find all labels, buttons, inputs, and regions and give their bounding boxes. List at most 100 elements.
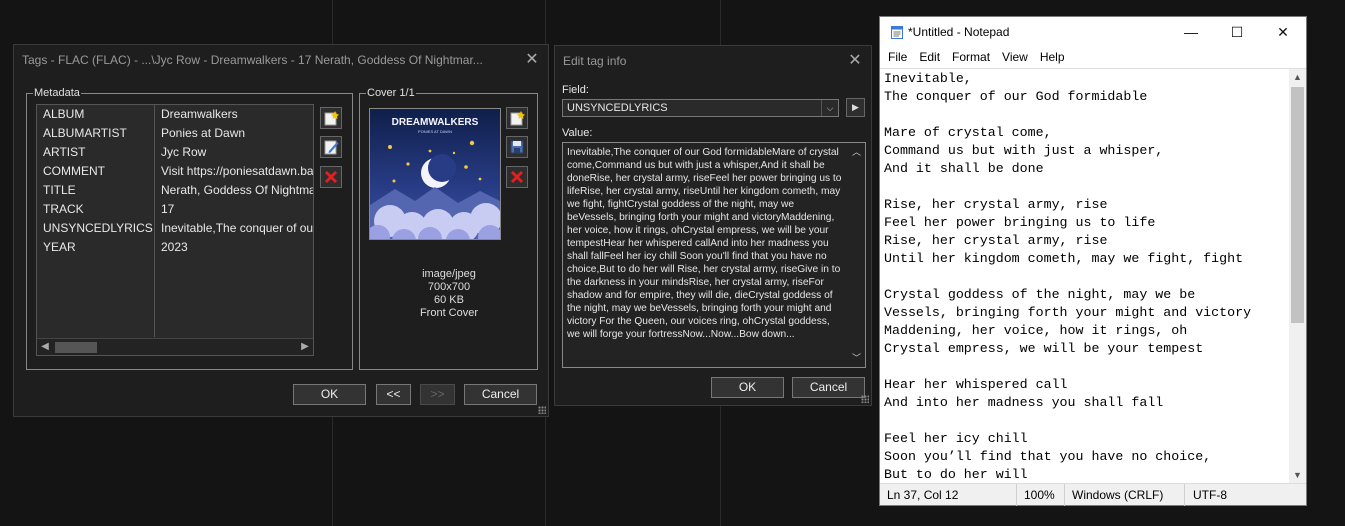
add-cover-button[interactable] <box>506 107 528 129</box>
cover-art-subtitle: PONIES AT DAWN <box>418 129 452 134</box>
tag-key: ALBUMARTIST <box>37 124 155 143</box>
notepad-statusbar: Ln 37, Col 12 100% Windows (CRLF) UTF-8 <box>880 483 1306 506</box>
status-divider <box>1016 484 1017 506</box>
resize-grip[interactable] <box>538 406 546 414</box>
cover-group: Cover 1/1 DREAMWALKERS PONIES AT DAWN im… <box>359 86 538 370</box>
tag-key: ALBUM <box>37 105 155 124</box>
next-field-button[interactable]: ▶ <box>846 98 865 117</box>
cover-mime: image/jpeg <box>422 268 476 280</box>
tag-value: 17 <box>161 202 175 216</box>
status-position: Ln 37, Col 12 <box>887 488 959 502</box>
tag-value: Visit https://poniesatdawn.ba <box>161 164 313 178</box>
save-icon <box>510 140 524 154</box>
menu-format[interactable]: Format <box>946 47 996 67</box>
add-tag-button[interactable] <box>320 107 342 129</box>
cover-size: 60 KB <box>434 294 464 306</box>
table-row[interactable]: TRACK 17 <box>37 200 313 219</box>
play-icon: ▶ <box>852 102 859 112</box>
metadata-horizontal-scrollbar[interactable]: ◀ ▶ <box>37 338 313 355</box>
edit-tag-icon <box>324 140 339 155</box>
delete-cover-button[interactable] <box>506 166 528 188</box>
field-label: Field: <box>562 84 589 96</box>
value-vertical-scrollbar[interactable]: ︿ ﹀ <box>848 143 865 367</box>
notepad-title: *Untitled - Notepad <box>908 25 1010 39</box>
previous-button[interactable]: << <box>376 384 411 405</box>
cover-type: Front Cover <box>419 307 479 319</box>
cancel-button[interactable]: Cancel <box>792 377 865 398</box>
notepad-icon <box>891 26 903 39</box>
tag-key: COMMENT <box>37 162 155 181</box>
scroll-down-icon[interactable]: ▼ <box>1289 467 1306 483</box>
cancel-button[interactable]: Cancel <box>464 384 537 405</box>
scroll-up-icon[interactable]: ︿ <box>848 145 865 159</box>
table-row[interactable]: COMMENT Visit https://poniesatdawn.ba <box>37 162 313 181</box>
cover-art-image[interactable]: DREAMWALKERS PONIES AT DAWN <box>369 108 501 240</box>
field-select-value: UNSYNCEDLYRICS <box>567 102 668 114</box>
menu-help[interactable]: Help <box>1034 47 1071 67</box>
maximize-icon[interactable]: ☐ <box>1214 17 1260 47</box>
scroll-down-icon[interactable]: ﹀ <box>848 351 865 365</box>
scroll-left-icon[interactable]: ◀ <box>37 339 53 355</box>
table-row[interactable]: YEAR 2023 <box>37 238 313 257</box>
add-cover-icon <box>510 111 525 126</box>
tag-value: Jyc Row <box>161 145 207 159</box>
tag-value: Dreamwalkers <box>161 107 238 121</box>
metadata-table[interactable]: ALBUM Dreamwalkers ALBUMARTIST Ponies at Da… <box>36 104 314 356</box>
metadata-group: Metadata ALBUM Dreamwalkers ALBUMARTIST Pon… <box>26 86 353 370</box>
tag-value: Ponies at Dawn <box>161 126 246 140</box>
table-row[interactable]: ALBUM Dreamwalkers <box>37 105 313 124</box>
metadata-key-column-filler <box>37 257 155 337</box>
menu-file[interactable]: File <box>882 47 913 67</box>
next-button[interactable]: >> <box>420 384 455 405</box>
scrollbar-thumb[interactable] <box>55 342 97 353</box>
tag-key: ARTIST <box>37 143 155 162</box>
notepad-titlebar[interactable]: *Untitled - Notepad — ☐ ✕ <box>880 17 1306 47</box>
ok-button[interactable]: OK <box>293 384 366 405</box>
table-row[interactable]: ARTIST Jyc Row <box>37 143 313 162</box>
status-encoding: UTF-8 <box>1193 488 1227 502</box>
field-select[interactable]: UNSYNCEDLYRICS ⌵ <box>562 99 839 117</box>
chevron-down-icon: ⌵ <box>821 100 838 116</box>
notepad-editor[interactable]: Inevitable, The conquer of our God formi… <box>880 68 1306 484</box>
save-cover-button[interactable] <box>506 136 528 158</box>
tags-dialog-title: Tags - FLAC (FLAC) - ...\Jyc Row - Dream… <box>22 53 483 67</box>
edit-tag-button[interactable] <box>320 136 342 158</box>
tag-key: TITLE <box>37 181 155 200</box>
minimize-icon[interactable]: — <box>1168 17 1214 47</box>
cover-info: image/jpeg 700x700 60 KB Front Cover <box>374 268 524 320</box>
close-icon[interactable]: ✕ <box>1260 17 1306 47</box>
value-text[interactable]: Inevitable,The conquer of our God formid… <box>567 146 844 354</box>
table-row[interactable]: UNSYNCEDLYRICS Inevitable,The conquer of … <box>37 219 313 238</box>
edit-tag-dialog-title: Edit tag info <box>563 54 627 68</box>
value-textarea[interactable]: Inevitable,The conquer of our God formid… <box>562 142 866 368</box>
tag-value: 2023 <box>161 240 188 254</box>
delete-icon <box>324 170 338 184</box>
scrollbar-thumb[interactable] <box>1291 87 1304 323</box>
scroll-up-icon[interactable]: ▲ <box>1289 69 1306 85</box>
tag-value: Inevitable,The conquer of ou <box>161 221 313 235</box>
resize-grip[interactable] <box>861 395 869 403</box>
scroll-right-icon[interactable]: ▶ <box>297 339 313 355</box>
delete-tag-button[interactable] <box>320 166 342 188</box>
table-row[interactable]: ALBUMARTIST Ponies at Dawn <box>37 124 313 143</box>
close-icon[interactable]: ✕ <box>844 50 866 72</box>
menu-view[interactable]: View <box>996 47 1034 67</box>
notepad-vertical-scrollbar[interactable]: ▲ ▼ <box>1289 69 1306 483</box>
close-icon[interactable]: ✕ <box>521 49 543 71</box>
table-row[interactable]: TITLE Nerath, Goddess Of Nightma <box>37 181 313 200</box>
notepad-text[interactable]: Inevitable, The conquer of our God formi… <box>884 70 1289 484</box>
metadata-group-label: Metadata <box>33 86 81 100</box>
value-label: Value: <box>562 127 593 139</box>
menu-edit[interactable]: Edit <box>913 47 946 67</box>
ok-button[interactable]: OK <box>711 377 784 398</box>
cover-group-label: Cover 1/1 <box>366 86 416 100</box>
status-divider <box>1064 484 1065 506</box>
tag-key: UNSYNCEDLYRICS <box>37 219 155 238</box>
edit-tag-dialog: Edit tag info ✕ Field: UNSYNCEDLYRICS ⌵ … <box>554 45 872 406</box>
notepad-menubar: File Edit Format View Help <box>880 47 1306 67</box>
tag-key: YEAR <box>37 238 155 257</box>
cover-dimensions: 700x700 <box>427 281 471 293</box>
tag-key: TRACK <box>37 200 155 219</box>
delete-icon <box>510 170 524 184</box>
notepad-window: *Untitled - Notepad — ☐ ✕ File Edit Form… <box>879 16 1307 506</box>
